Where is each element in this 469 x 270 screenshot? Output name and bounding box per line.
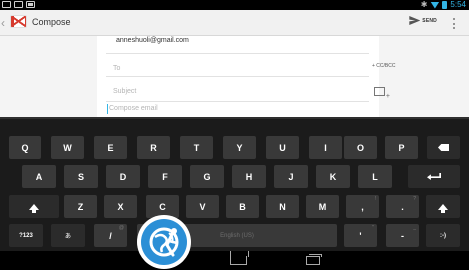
key-s[interactable]: S	[64, 165, 98, 188]
clock-time: 5:54	[450, 0, 466, 9]
gmail-logo-icon[interactable]	[10, 15, 27, 28]
key-k[interactable]: K	[316, 165, 350, 188]
shift-icon	[438, 203, 448, 213]
subject-field[interactable]: Subject	[106, 80, 369, 102]
key-m[interactable]: M	[306, 195, 339, 218]
backspace-key[interactable]	[427, 136, 460, 159]
key-n[interactable]: N	[266, 195, 299, 218]
to-placeholder: To	[113, 65, 121, 72]
key-f[interactable]: F	[148, 165, 182, 188]
enter-key[interactable]	[408, 165, 460, 188]
recent-apps-icon[interactable]	[306, 254, 322, 265]
key-apostrophe-label: '	[359, 230, 362, 241]
key-w[interactable]: W	[51, 136, 84, 159]
bluetooth-icon: ✱	[420, 0, 428, 9]
key-period-hint: ?	[413, 196, 416, 202]
up-navigation-icon[interactable]: ‹	[1, 17, 8, 29]
globe-figure-icon	[141, 219, 187, 265]
cc-bcc-button[interactable]: + CC/BCC	[372, 63, 395, 69]
gmail-notification-icon	[2, 1, 11, 8]
shift-icon	[29, 203, 39, 213]
key-comma-hint: !	[374, 196, 376, 202]
navigation-bar	[0, 251, 469, 270]
key-j[interactable]: J	[274, 165, 308, 188]
key-i[interactable]: I	[309, 136, 342, 159]
key-period[interactable]: . ?	[386, 195, 419, 218]
key-u[interactable]: U	[266, 136, 299, 159]
send-button[interactable]: SEND	[409, 16, 437, 25]
key-g[interactable]: G	[190, 165, 224, 188]
to-field[interactable]: To	[106, 57, 369, 77]
system-icons: ✱ 5:54	[421, 0, 466, 10]
key-a[interactable]: A	[22, 165, 56, 188]
key-l[interactable]: L	[358, 165, 392, 188]
key-slash-label: /	[109, 230, 112, 241]
key-dash-hint: _	[413, 225, 416, 231]
key-e[interactable]: E	[94, 136, 127, 159]
symbols-key[interactable]: ?123	[9, 224, 43, 247]
status-bar: ✱ 5:54	[0, 0, 469, 10]
key-p[interactable]: P	[385, 136, 418, 159]
key-apostrophe-hint: "	[372, 225, 374, 231]
soft-keyboard: Q W E R T Y U I O P A S D F G H J K L Z …	[0, 117, 469, 251]
page-title: Compose	[32, 17, 71, 27]
key-slash-hint: @	[118, 225, 124, 231]
from-field[interactable]: anneshuoli@gmail.com	[106, 36, 369, 54]
emoji-key[interactable]: :-)	[426, 224, 460, 247]
space-key-label: English (US)	[220, 232, 254, 239]
key-r[interactable]: R	[137, 136, 170, 159]
home-icon[interactable]	[230, 251, 249, 265]
key-d[interactable]: D	[106, 165, 140, 188]
key-comma-label: ,	[361, 201, 364, 212]
compose-form: anneshuoli@gmail.com To Subject Compose …	[97, 36, 379, 117]
app-overlay-badge[interactable]	[137, 215, 191, 269]
key-o[interactable]: O	[344, 136, 377, 159]
send-label: SEND	[422, 17, 437, 24]
key-period-label: .	[401, 201, 404, 212]
key-t[interactable]: T	[180, 136, 213, 159]
notification-icons	[2, 1, 35, 8]
action-bar: ‹ Compose SEND	[0, 10, 469, 36]
key-apostrophe[interactable]: ' "	[344, 224, 377, 247]
enter-icon	[427, 173, 441, 180]
key-b[interactable]: B	[226, 195, 259, 218]
subject-placeholder: Subject	[113, 88, 137, 95]
image-notification-icon	[26, 1, 35, 8]
key-dash[interactable]: - _	[386, 224, 419, 247]
overflow-menu-icon[interactable]	[453, 18, 456, 29]
key-comma[interactable]: , !	[346, 195, 379, 218]
key-q[interactable]: Q	[9, 136, 41, 159]
key-v[interactable]: V	[186, 195, 219, 218]
key-h[interactable]: H	[232, 165, 266, 188]
shift-key-right[interactable]	[426, 195, 460, 218]
shift-key-left[interactable]	[9, 195, 59, 218]
from-value: anneshuoli@gmail.com	[116, 37, 189, 44]
language-key[interactable]: あ	[51, 224, 85, 247]
key-dash-label: -	[401, 230, 404, 241]
key-slash[interactable]: / @	[94, 224, 127, 247]
key-y[interactable]: Y	[223, 136, 256, 159]
key-z[interactable]: Z	[64, 195, 97, 218]
backspace-icon	[438, 144, 449, 151]
wifi-icon	[430, 1, 440, 9]
body-field[interactable]: Compose email	[107, 104, 158, 114]
battery-icon	[442, 1, 448, 9]
send-icon	[409, 16, 421, 25]
email-notification-icon	[14, 1, 23, 8]
attach-image-icon[interactable]	[374, 87, 390, 100]
key-x[interactable]: X	[104, 195, 137, 218]
